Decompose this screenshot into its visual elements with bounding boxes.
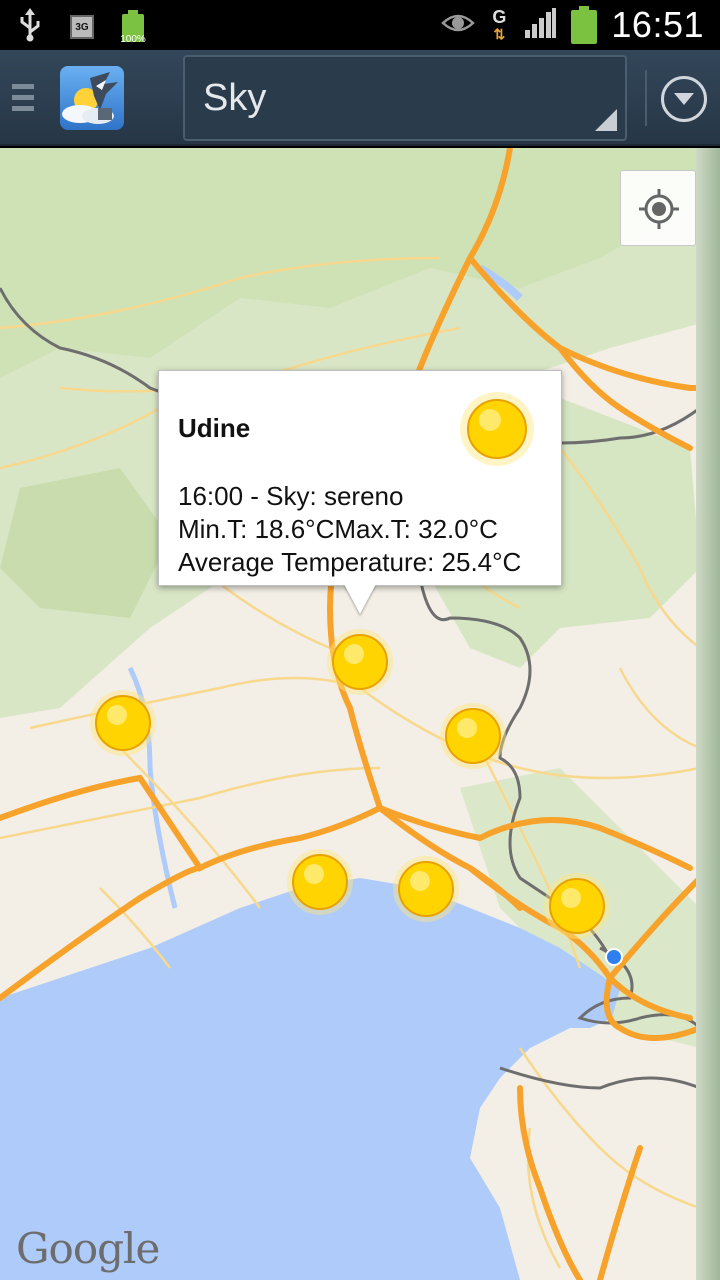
- sun-icon[interactable]: [541, 870, 613, 942]
- battery-percent: 100%: [120, 34, 146, 45]
- usb-icon: [16, 8, 44, 46]
- map-view[interactable]: Udine 16:00 - Sky: sereno Min.T: 18.6°CM…: [0, 148, 720, 1280]
- battery-icon: 100%: [120, 10, 146, 45]
- eye-icon: [441, 11, 476, 39]
- overflow-menu-icon[interactable]: [661, 76, 707, 122]
- menu-icon[interactable]: [12, 84, 34, 114]
- screen: 3G 100% G ⇅ 16:51 Sky Udine 16:00 - Sky:…: [0, 0, 720, 1280]
- sun-icon[interactable]: [437, 700, 509, 772]
- info-window[interactable]: Udine 16:00 - Sky: sereno Min.T: 18.6°CM…: [158, 370, 562, 586]
- action-bar: Sky: [0, 50, 720, 146]
- my-location-button[interactable]: [620, 170, 696, 246]
- info-sky-line: 16:00 - Sky: sereno: [178, 481, 404, 511]
- sun-icon[interactable]: [284, 846, 356, 918]
- sun-icon[interactable]: [87, 687, 159, 759]
- app-logo-icon[interactable]: [60, 66, 124, 130]
- sun-icon[interactable]: [390, 853, 462, 925]
- clock: 16:51: [611, 4, 704, 45]
- data-network-label: G: [492, 6, 507, 27]
- battery-icon: [571, 6, 598, 44]
- data-activity-icon: G ⇅: [492, 6, 507, 42]
- info-title: Udine: [178, 413, 251, 443]
- 3g-icon: 3G: [70, 15, 94, 39]
- sky-spinner[interactable]: Sky: [183, 55, 627, 141]
- status-bar: 3G 100% G ⇅ 16:51: [0, 0, 720, 50]
- status-right: G ⇅ 16:51: [441, 0, 704, 50]
- status-left: 3G 100%: [16, 8, 146, 46]
- map-edge: [696, 148, 720, 1280]
- info-window-pointer: [344, 584, 376, 614]
- spinner-value: Sky: [203, 77, 267, 119]
- info-avg-temp: Average Temperature: 25.4°C: [178, 547, 522, 577]
- google-logo: Google: [16, 1224, 160, 1273]
- divider: [645, 70, 647, 126]
- info-temp-range: Min.T: 18.6°CMax.T: 32.0°C: [178, 514, 498, 544]
- crosshair-icon: [639, 189, 679, 229]
- dropdown-corner-icon: [595, 109, 617, 131]
- signal-icon: [523, 6, 557, 44]
- sun-icon[interactable]: [324, 626, 396, 698]
- sun-icon: [460, 392, 534, 466]
